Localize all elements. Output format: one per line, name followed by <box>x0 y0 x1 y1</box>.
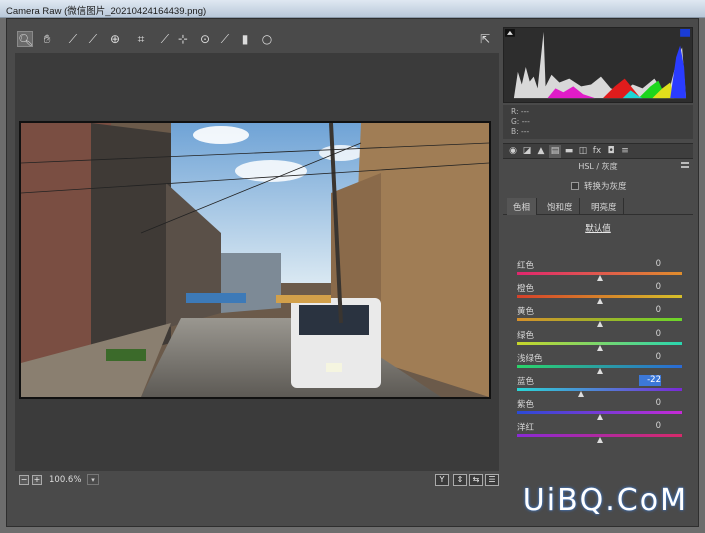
camera-calibration-icon[interactable]: ◘ <box>605 145 617 158</box>
hsl-icon[interactable]: ▤ <box>549 145 561 158</box>
hsl-slider-row: 橙色 0 <box>503 282 693 305</box>
zoom-icon[interactable]: 🔍︎ <box>17 31 33 47</box>
fx-icon[interactable]: fx <box>591 145 603 158</box>
camera-raw-dialog: 🔍︎ ✋︎ ⟋ ⟋ ⊕ ⌗ ⟋ ⊹ ⊙ ⟋ ▮ ○ ⇱ − + 100.6% ▾… <box>6 18 699 527</box>
panel-title: HSL / 灰度 <box>578 162 618 171</box>
slider-thumb[interactable] <box>578 391 585 397</box>
panel-menu-icon[interactable] <box>681 162 689 168</box>
watermark-logo: UiBQ.CoM <box>522 483 688 518</box>
grayscale-toggle[interactable]: 转换为灰度 <box>571 180 627 192</box>
preview-photo <box>21 123 489 397</box>
window-title: Camera Raw (微信图片_20210424164439.png) <box>6 6 207 17</box>
slider-value-field[interactable]: 0 <box>639 259 661 270</box>
photo-frame <box>19 121 491 399</box>
green-readout: G: --- <box>511 117 530 126</box>
slider-thumb[interactable] <box>596 321 603 328</box>
tab-luminance[interactable]: 明亮度 <box>585 198 624 215</box>
slider-thumb[interactable] <box>596 367 603 374</box>
blue-readout: B: --- <box>511 127 530 136</box>
hsl-slider-row: 浅绿色 0 <box>503 352 693 375</box>
hand-icon[interactable]: ✋︎ <box>39 31 55 47</box>
adjustment-brush-icon[interactable]: ⟋ <box>217 31 233 47</box>
hsl-slider-row: 洋红 0 <box>503 421 693 444</box>
tab-saturation[interactable]: 饱和度 <box>541 198 580 215</box>
slider-label: 紫色 <box>517 400 535 411</box>
rgb-readout: R: --- G: --- B: --- <box>503 105 693 139</box>
straighten-icon[interactable]: ⟋ <box>157 31 173 47</box>
slider-value-field[interactable]: 0 <box>639 282 661 293</box>
highlight-clipping-icon <box>680 28 691 37</box>
slider-value-field[interactable]: 0 <box>639 421 661 432</box>
basic-icon[interactable]: ◉ <box>507 145 519 158</box>
panel-tabs: ◉ ◪ ▲ ▤ ▬ ◫ fx ◘ ≡ <box>503 143 693 159</box>
hsl-slider-row: 蓝色 -22 <box>503 375 693 398</box>
hsl-slider-row: 绿色 0 <box>503 329 693 352</box>
slider-value-field[interactable]: 0 <box>639 305 661 316</box>
graduated-filter-icon[interactable]: ▮ <box>237 31 253 47</box>
split-toning-icon[interactable]: ▬ <box>563 145 575 158</box>
slider-label: 红色 <box>517 261 535 271</box>
slider-value-field[interactable]: 0 <box>639 352 661 363</box>
slider-label: 浅绿色 <box>517 353 543 364</box>
red-readout: R: --- <box>511 107 530 116</box>
slider-value-field[interactable]: -22 <box>639 375 661 386</box>
grayscale-label: 转换为灰度 <box>584 182 627 192</box>
slider-thumb[interactable] <box>596 344 603 351</box>
hsl-sub-tabs: 色相 饱和度 明亮度 <box>503 198 693 215</box>
radial-filter-icon[interactable]: ○ <box>259 31 275 47</box>
hsl-panel: HSL / 灰度 转换为灰度 色相 饱和度 明亮度 默认值 红色 0 橙色 0 黄色 0 绿… <box>503 159 693 481</box>
slider-thumb[interactable] <box>596 437 603 444</box>
y-toggle-icon[interactable]: Y <box>435 474 449 486</box>
tone-curve-icon[interactable]: ◪ <box>521 145 533 158</box>
zoom-in-button[interactable]: + <box>32 475 42 485</box>
open-preferences-icon[interactable]: ⇱ <box>477 31 493 47</box>
spot-removal-icon[interactable]: ⊹ <box>175 31 191 47</box>
grayscale-checkbox[interactable] <box>571 182 579 190</box>
slider-value-field[interactable]: 0 <box>639 329 661 340</box>
tool-bar: 🔍︎ ✋︎ ⟋ ⟋ ⊕ ⌗ ⟋ ⊹ ⊙ ⟋ ▮ ○ <box>15 29 499 51</box>
status-bar: − + 100.6% ▾ Y ⇕ ⇆ ☰ <box>15 471 499 489</box>
swap-icon[interactable]: ⇕ <box>453 474 467 486</box>
slider-thumb[interactable] <box>596 275 603 281</box>
hsl-slider-row: 红色 0 <box>503 259 693 282</box>
preview-canvas[interactable] <box>15 53 499 471</box>
slider-label: 洋红 <box>517 423 535 434</box>
redeye-icon[interactable]: ⊙ <box>197 31 213 47</box>
hsl-slider-row: 黄色 0 <box>503 305 693 328</box>
defaults-link[interactable]: 默认值 <box>503 222 693 234</box>
presets-icon[interactable]: ≡ <box>619 145 631 158</box>
copy-settings-icon[interactable]: ⇆ <box>469 474 483 486</box>
window-titlebar: Camera Raw (微信图片_20210424164439.png) <box>0 0 705 18</box>
crop-icon[interactable]: ⌗ <box>133 31 149 47</box>
slider-label: 橙色 <box>517 284 535 295</box>
target-adjust-icon[interactable]: ⊕ <box>107 31 123 47</box>
color-sampler-icon[interactable]: ⟋ <box>85 31 101 47</box>
settings-icon[interactable]: ☰ <box>485 474 499 486</box>
zoom-out-button[interactable]: − <box>19 475 29 485</box>
detail-icon[interactable]: ▲ <box>535 145 547 158</box>
slider-label: 绿色 <box>517 330 535 341</box>
slider-label: 蓝色 <box>517 377 535 387</box>
slider-thumb[interactable] <box>596 414 603 421</box>
hsl-slider-row: 紫色 0 <box>503 398 693 421</box>
zoom-dropdown[interactable]: ▾ <box>87 474 99 485</box>
slider-value-field[interactable]: 0 <box>639 398 661 409</box>
histogram <box>503 27 693 103</box>
slider-label: 黄色 <box>517 307 535 318</box>
slider-track[interactable] <box>517 388 682 391</box>
slider-thumb[interactable] <box>596 298 603 305</box>
zoom-level: 100.6% <box>49 475 82 485</box>
lens-icon[interactable]: ◫ <box>577 145 589 158</box>
tab-hue[interactable]: 色相 <box>507 198 538 215</box>
white-balance-icon[interactable]: ⟋ <box>65 31 81 47</box>
